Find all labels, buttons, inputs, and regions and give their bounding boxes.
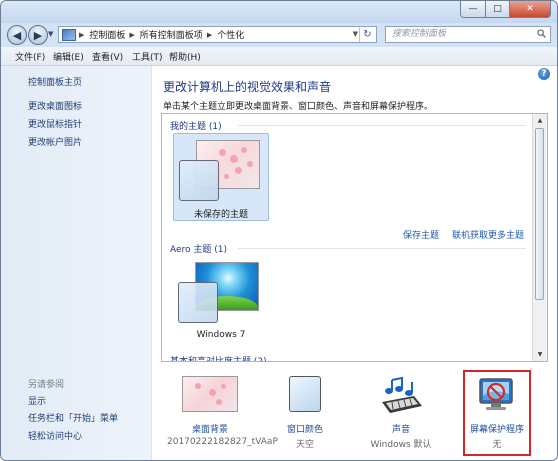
window-color-label: 窗口颜色 [286,425,323,435]
forward-button[interactable]: ▶ [28,25,48,45]
save-theme-link[interactable]: 保存主题 [403,228,439,241]
sidebar-link-account-picture[interactable]: 更改帐户图片 [28,135,82,148]
theme-windows7[interactable]: Windows 7 [173,256,269,344]
group-divider [238,248,526,249]
theme-unsaved[interactable]: 未保存的主题 [173,133,269,221]
refresh-icon: ↻ [363,29,372,40]
search-icon[interactable] [537,29,546,38]
menu-help[interactable]: 帮助(H) [169,50,201,63]
get-more-themes-link[interactable]: 联机获取更多主题 [452,228,524,241]
menu-view[interactable]: 查看(V) [92,50,123,63]
menu-edit[interactable]: 编辑(E) [53,50,84,63]
window-color-item[interactable]: 窗口颜色 天空 [262,372,348,456]
recent-pages-dropdown[interactable]: ▼ [48,30,53,38]
personalization-window: — □ ✕ ◀ ▶ ▼ ▶ 控制面板 ▶ 所有控制面板项 ▶ 个性化 ▼ ↻ 搜… [0,0,558,461]
breadcrumb-separator-icon: ▶ [79,30,85,39]
maximize-button[interactable]: □ [486,1,510,18]
control-panel-icon [62,28,76,41]
back-arrow-icon: ◀ [12,28,22,42]
scroll-thumb[interactable] [535,128,544,300]
window-color-swatch [178,282,218,323]
desktop-background-item[interactable]: 桌面背景 20170222182827_tVAaP [167,372,278,456]
breadcrumb-separator-icon: ▶ [129,30,135,39]
page-title: 更改计算机上的视觉效果和声音 [163,80,332,94]
group-title-aero: Aero 主题 (1) [170,245,228,255]
page-subtitle: 单击某个主题立即更改桌面背景、窗口颜色、声音和屏幕保护程序。 [163,102,434,112]
sound-keyboard-icon [382,376,422,413]
caption-buttons: — □ ✕ [460,1,551,18]
title-bar: — □ ✕ [1,1,557,23]
minimize-button[interactable]: — [460,1,486,18]
task-sidebar: 控制面板主页 更改桌面图标 更改鼠标指针 更改帐户图片 另请参阅 显示 任务栏和… [1,66,152,460]
desktop-background-label: 桌面背景 [191,425,228,435]
window-color-swatch [179,160,219,201]
desktop-background-icon [182,376,238,412]
back-button[interactable]: ◀ [7,25,27,45]
window-color-value: 天空 [295,440,314,450]
scroll-up-icon[interactable]: ▲ [533,114,547,127]
forward-arrow-icon: ▶ [33,28,43,42]
sounds-value: Windows 默认 [370,440,432,450]
group-divider [238,125,526,126]
menu-file[interactable]: 文件(F) [15,50,45,63]
group-title-my-themes: 我的主题 (1) [170,122,222,132]
sidebar-link-mouse-pointer[interactable]: 更改鼠标指针 [28,117,82,130]
address-bar[interactable]: ▶ 控制面板 ▶ 所有控制面板项 ▶ 个性化 ▼ ↻ [58,26,377,43]
theme-settings-bar: 桌面背景 20170222182827_tVAaP 窗口颜色 天空 声音 Win… [152,366,557,460]
help-icon[interactable]: ? [538,68,550,80]
navigation-bar: ◀ ▶ ▼ ▶ 控制面板 ▶ 所有控制面板项 ▶ 个性化 ▼ ↻ 搜索控制面板 [1,23,557,47]
sidebar-link-desktop-icons[interactable]: 更改桌面图标 [28,99,82,112]
menu-bar: 文件(F) 编辑(E) 查看(V) 工具(T) 帮助(H) [1,47,557,66]
see-also-display[interactable]: 显示 [28,394,46,407]
theme-gallery: 我的主题 (1) 未保存的主题 保存主题 联机获取更多主题 Aero 主题 (1… [161,113,548,362]
sidebar-link-home[interactable]: 控制面板主页 [28,75,82,88]
search-placeholder: 搜索控制面板 [392,29,447,39]
sounds-item[interactable]: 声音 Windows 默认 [358,372,444,456]
sounds-label: 声音 [391,425,410,435]
theme-label: 未保存的主题 [193,210,248,220]
breadcrumb-control-panel[interactable]: 控制面板 [89,28,125,41]
screen-saver-highlight-box [463,370,531,456]
address-dropdown-icon[interactable]: ▼ [353,30,358,38]
gallery-scrollbar[interactable]: ▲ ▼ [532,114,547,361]
search-input[interactable]: 搜索控制面板 [385,26,551,43]
main-content: ? 更改计算机上的视觉效果和声音 单击某个主题立即更改桌面背景、窗口颜色、声音和… [152,66,557,460]
desktop-background-value: 20170222182827_tVAaP [167,437,278,447]
menu-tools[interactable]: 工具(T) [132,50,163,63]
breadcrumb-personalization[interactable]: 个性化 [217,28,244,41]
see-also-heading: 另请参阅 [28,380,65,390]
see-also-ease-of-access[interactable]: 轻松访问中心 [28,429,82,442]
scroll-down-icon[interactable]: ▼ [533,348,547,361]
breadcrumb-all-items[interactable]: 所有控制面板项 [140,28,203,41]
refresh-button[interactable]: ↻ [359,27,375,42]
breadcrumb-separator-icon: ▶ [206,30,213,39]
theme-label: Windows 7 [196,330,246,340]
window-color-icon [289,376,321,412]
see-also-taskbar[interactable]: 任务栏和「开始」菜单 [28,411,118,424]
group-title-basic: 基本和高对比度主题 (2) [170,357,267,362]
close-button[interactable]: ✕ [510,1,551,18]
